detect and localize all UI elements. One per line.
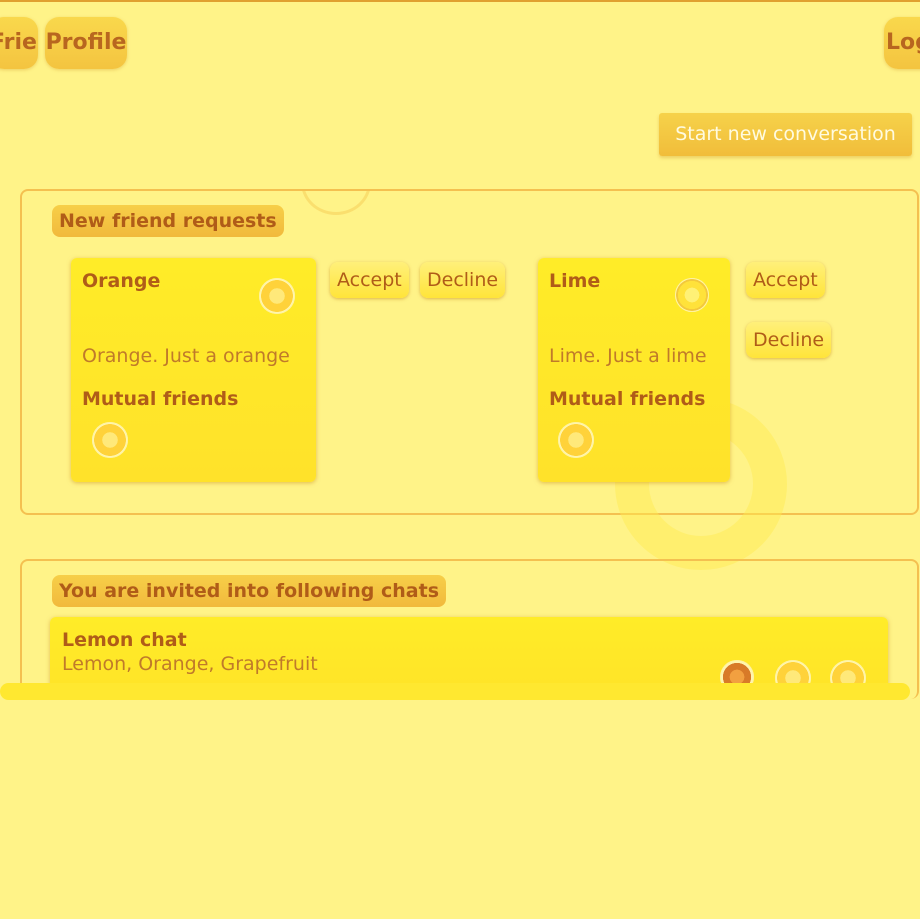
lime-slice-icon — [675, 278, 709, 312]
start-new-conversation-button[interactable]: Start new conversation — [659, 113, 912, 156]
top-border — [0, 0, 920, 2]
friend-name: Lime — [549, 270, 601, 292]
nav-friends-button[interactable]: Friends — [0, 17, 38, 69]
chat-name: Lemon chat — [62, 629, 187, 651]
friend-request-card: Lime Lime. Just a lime Mutual friends — [538, 258, 730, 482]
nav-profile-button[interactable]: Profile — [45, 17, 127, 69]
accept-button[interactable]: Accept — [746, 262, 825, 298]
accept-button[interactable]: Accept — [330, 262, 409, 298]
friend-name: Orange — [82, 270, 161, 292]
lemon-slice-icon — [92, 422, 128, 458]
friend-description: Lime. Just a lime — [549, 345, 707, 367]
chat-invites-title: You are invited into following chats — [52, 575, 447, 607]
friend-request-card: Orange Orange. Just a orange Mutual frie… — [71, 258, 316, 482]
lemon-slice-icon — [259, 278, 295, 314]
mutual-friends-label: Mutual friends — [82, 388, 239, 410]
nav-logout-button[interactable]: Logout — [884, 17, 920, 69]
lemon-slice-icon — [558, 422, 594, 458]
decline-button[interactable]: Decline — [420, 262, 506, 298]
horizontal-scrollbar[interactable] — [0, 683, 910, 700]
friend-description: Orange. Just a orange — [82, 345, 290, 367]
decline-button[interactable]: Decline — [746, 322, 832, 358]
mutual-friends-label: Mutual friends — [549, 388, 706, 410]
chat-invite-card[interactable]: Lemon chat Lemon, Orange, Grapefruit — [50, 617, 888, 692]
chat-members: Lemon, Orange, Grapefruit — [62, 653, 318, 675]
friend-requests-title: New friend requests — [52, 205, 284, 237]
